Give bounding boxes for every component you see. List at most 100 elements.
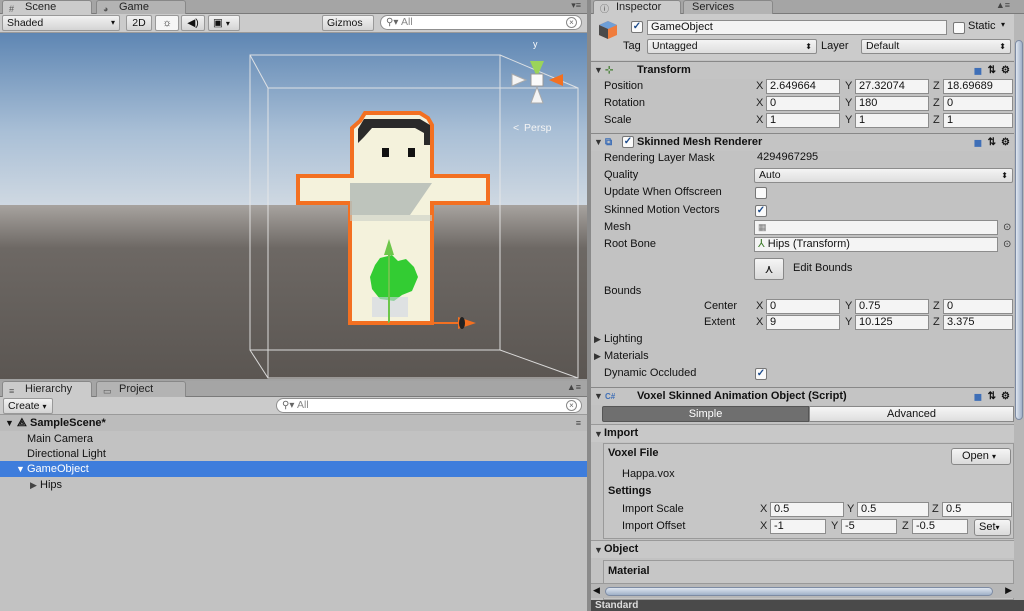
- root-bone-field[interactable]: ⅄ Hips (Transform): [754, 237, 998, 252]
- object-picker-icon[interactable]: ⊙: [1003, 236, 1011, 253]
- clear-search-icon[interactable]: ×: [566, 17, 577, 28]
- edit-bounds-button[interactable]: ⋏: [754, 258, 784, 280]
- shading-mode-dropdown[interactable]: Shaded ▾: [2, 15, 120, 31]
- position-z-field[interactable]: 18.69689: [943, 79, 1013, 94]
- preset-icon[interactable]: ⇅: [988, 134, 996, 151]
- materials-foldout[interactable]: ▶ Materials: [591, 348, 1014, 365]
- object-picker-icon[interactable]: ⊙: [1003, 219, 1011, 236]
- collapsed-arrow-icon[interactable]: ▶: [30, 477, 37, 493]
- list-item[interactable]: Directional Light: [0, 446, 587, 462]
- horizontal-scrollbar-thumb[interactable]: [605, 587, 993, 596]
- object-name-field[interactable]: GameObject: [647, 20, 947, 35]
- clear-search-icon[interactable]: ×: [566, 400, 577, 411]
- quality-dropdown[interactable]: Auto ⬍: [754, 168, 1013, 183]
- import-offset-x-field[interactable]: -1: [770, 519, 826, 534]
- lighting-foldout[interactable]: ▶ Lighting: [591, 331, 1014, 348]
- preset-icon[interactable]: ⇅: [988, 62, 996, 79]
- rotation-x-field[interactable]: 0: [766, 96, 840, 111]
- scroll-left-icon[interactable]: ◀: [593, 585, 600, 596]
- mesh-field[interactable]: ▦: [754, 220, 998, 235]
- panel-menu-icon[interactable]: ▾≡: [571, 0, 581, 11]
- horizontal-scrollbar[interactable]: ◀ ▶: [591, 583, 1014, 598]
- rotation-y-field[interactable]: 180: [855, 96, 929, 111]
- extent-y-field[interactable]: 10.125: [855, 315, 929, 330]
- toggle-2d-button[interactable]: 2D: [126, 15, 152, 31]
- extent-x-field[interactable]: 9: [766, 315, 840, 330]
- set-dropdown-button[interactable]: Set▾: [974, 519, 1011, 536]
- fold-arrow-icon[interactable]: ▼: [594, 134, 603, 151]
- gizmos-dropdown[interactable]: Gizmos ▾: [322, 15, 374, 42]
- object-foldout[interactable]: ▼ Object: [591, 540, 1014, 558]
- help-icon[interactable]: ◼: [974, 389, 982, 406]
- tab-services[interactable]: Services: [683, 0, 773, 14]
- tab-hierarchy[interactable]: ≡ Hierarchy: [2, 381, 92, 397]
- vertical-scrollbar-thumb[interactable]: [1015, 40, 1023, 420]
- create-dropdown[interactable]: Create ▾: [3, 398, 53, 414]
- collapsed-arrow-icon[interactable]: ▶: [594, 331, 601, 348]
- gameobject-cube-icon[interactable]: [597, 19, 619, 41]
- scroll-right-icon[interactable]: ▶: [1005, 585, 1012, 596]
- list-item-selected[interactable]: ▼ GameObject: [0, 461, 587, 477]
- scale-y-field[interactable]: 1: [855, 113, 929, 128]
- fold-arrow-icon[interactable]: ▼: [594, 62, 603, 79]
- effects-dropdown-icon[interactable]: ▣ ▾: [208, 15, 240, 31]
- object-active-checkbox[interactable]: ✓: [631, 21, 643, 33]
- scene-root-item[interactable]: ▼ ⟁ SampleScene* ≡: [0, 415, 587, 431]
- gear-icon[interactable]: ⚙: [1001, 62, 1010, 79]
- hierarchy-search-input[interactable]: ⚲▾ All ×: [276, 398, 582, 413]
- voxel-script-header[interactable]: ▼ C# Voxel Skinned Animation Object (Scr…: [591, 387, 1014, 405]
- tab-advanced[interactable]: Advanced: [809, 406, 1014, 422]
- center-y-field[interactable]: 0.75: [855, 299, 929, 314]
- static-checkbox[interactable]: [953, 22, 965, 34]
- import-scale-x-field[interactable]: 0.5: [770, 502, 844, 517]
- fold-arrow-icon[interactable]: ▼: [594, 426, 603, 443]
- tag-dropdown[interactable]: Untagged ⬍: [647, 39, 817, 54]
- rotation-z-field[interactable]: 0: [943, 96, 1013, 111]
- layer-dropdown[interactable]: Default ⬍: [861, 39, 1011, 54]
- expand-arrow-icon[interactable]: ▼: [5, 415, 14, 431]
- scene-viewport[interactable]: y < Persp: [0, 33, 587, 379]
- skinned-mesh-renderer-header[interactable]: ▼ ⧉ ✓ Skinned Mesh Renderer ◼ ⇅ ⚙: [591, 133, 1014, 151]
- gear-icon[interactable]: ⚙: [1001, 388, 1010, 405]
- panel-lock-icon[interactable]: ▲≡: [996, 0, 1010, 10]
- transform-header[interactable]: ▼ ⊹ Transform ◼ ⇅ ⚙: [591, 61, 1014, 79]
- import-foldout[interactable]: ▼ Import: [591, 424, 1014, 442]
- static-dropdown-icon[interactable]: ▾: [1001, 20, 1005, 29]
- panel-lock-icon[interactable]: ▲≡: [567, 382, 581, 392]
- scale-x-field[interactable]: 1: [766, 113, 840, 128]
- smr-enabled-checkbox[interactable]: ✓: [622, 136, 634, 148]
- import-offset-z-field[interactable]: -0.5: [912, 519, 968, 534]
- import-offset-y-field[interactable]: -5: [841, 519, 897, 534]
- preset-icon[interactable]: ⇅: [988, 388, 996, 405]
- scale-z-field[interactable]: 1: [943, 113, 1013, 128]
- tab-scene[interactable]: # Scene: [2, 0, 92, 14]
- fold-arrow-icon[interactable]: ▼: [594, 542, 603, 559]
- audio-toggle-icon[interactable]: ◀): [181, 15, 205, 31]
- tab-inspector[interactable]: ⓘ Inspector: [593, 0, 681, 14]
- lighting-toggle-icon[interactable]: ☼: [155, 15, 179, 31]
- fold-arrow-icon[interactable]: ▼: [594, 388, 603, 405]
- import-scale-y-field[interactable]: 0.5: [857, 502, 929, 517]
- open-dropdown-button[interactable]: Open ▾: [951, 448, 1011, 465]
- update-offscreen-checkbox[interactable]: [755, 187, 767, 199]
- scene-menu-icon[interactable]: ≡: [576, 415, 581, 431]
- import-scale-z-field[interactable]: 0.5: [942, 502, 1012, 517]
- tab-simple[interactable]: Simple: [602, 406, 809, 422]
- expand-arrow-icon[interactable]: ▼: [16, 461, 25, 477]
- persp-label[interactable]: Persp: [524, 122, 552, 134]
- gear-icon[interactable]: ⚙: [1001, 134, 1010, 151]
- rendering-layer-mask-field[interactable]: 4294967295: [754, 151, 1012, 166]
- tab-project[interactable]: ▭ Project: [96, 381, 186, 397]
- vertical-scrollbar[interactable]: [1014, 14, 1024, 600]
- tab-game[interactable]: ◕ Game: [96, 0, 186, 14]
- list-item[interactable]: ▶ Hips: [0, 477, 587, 493]
- collapsed-arrow-icon[interactable]: ▶: [594, 348, 601, 365]
- list-item[interactable]: Main Camera: [0, 431, 587, 447]
- center-x-field[interactable]: 0: [766, 299, 840, 314]
- position-y-field[interactable]: 27.32074: [855, 79, 929, 94]
- skinned-motion-vectors-checkbox[interactable]: ✓: [755, 205, 767, 217]
- extent-z-field[interactable]: 3.375: [943, 315, 1013, 330]
- position-x-field[interactable]: 2.649664: [766, 79, 840, 94]
- dynamic-occluded-checkbox[interactable]: ✓: [755, 368, 767, 380]
- scene-search-input[interactable]: ⚲▾ All ×: [380, 15, 582, 30]
